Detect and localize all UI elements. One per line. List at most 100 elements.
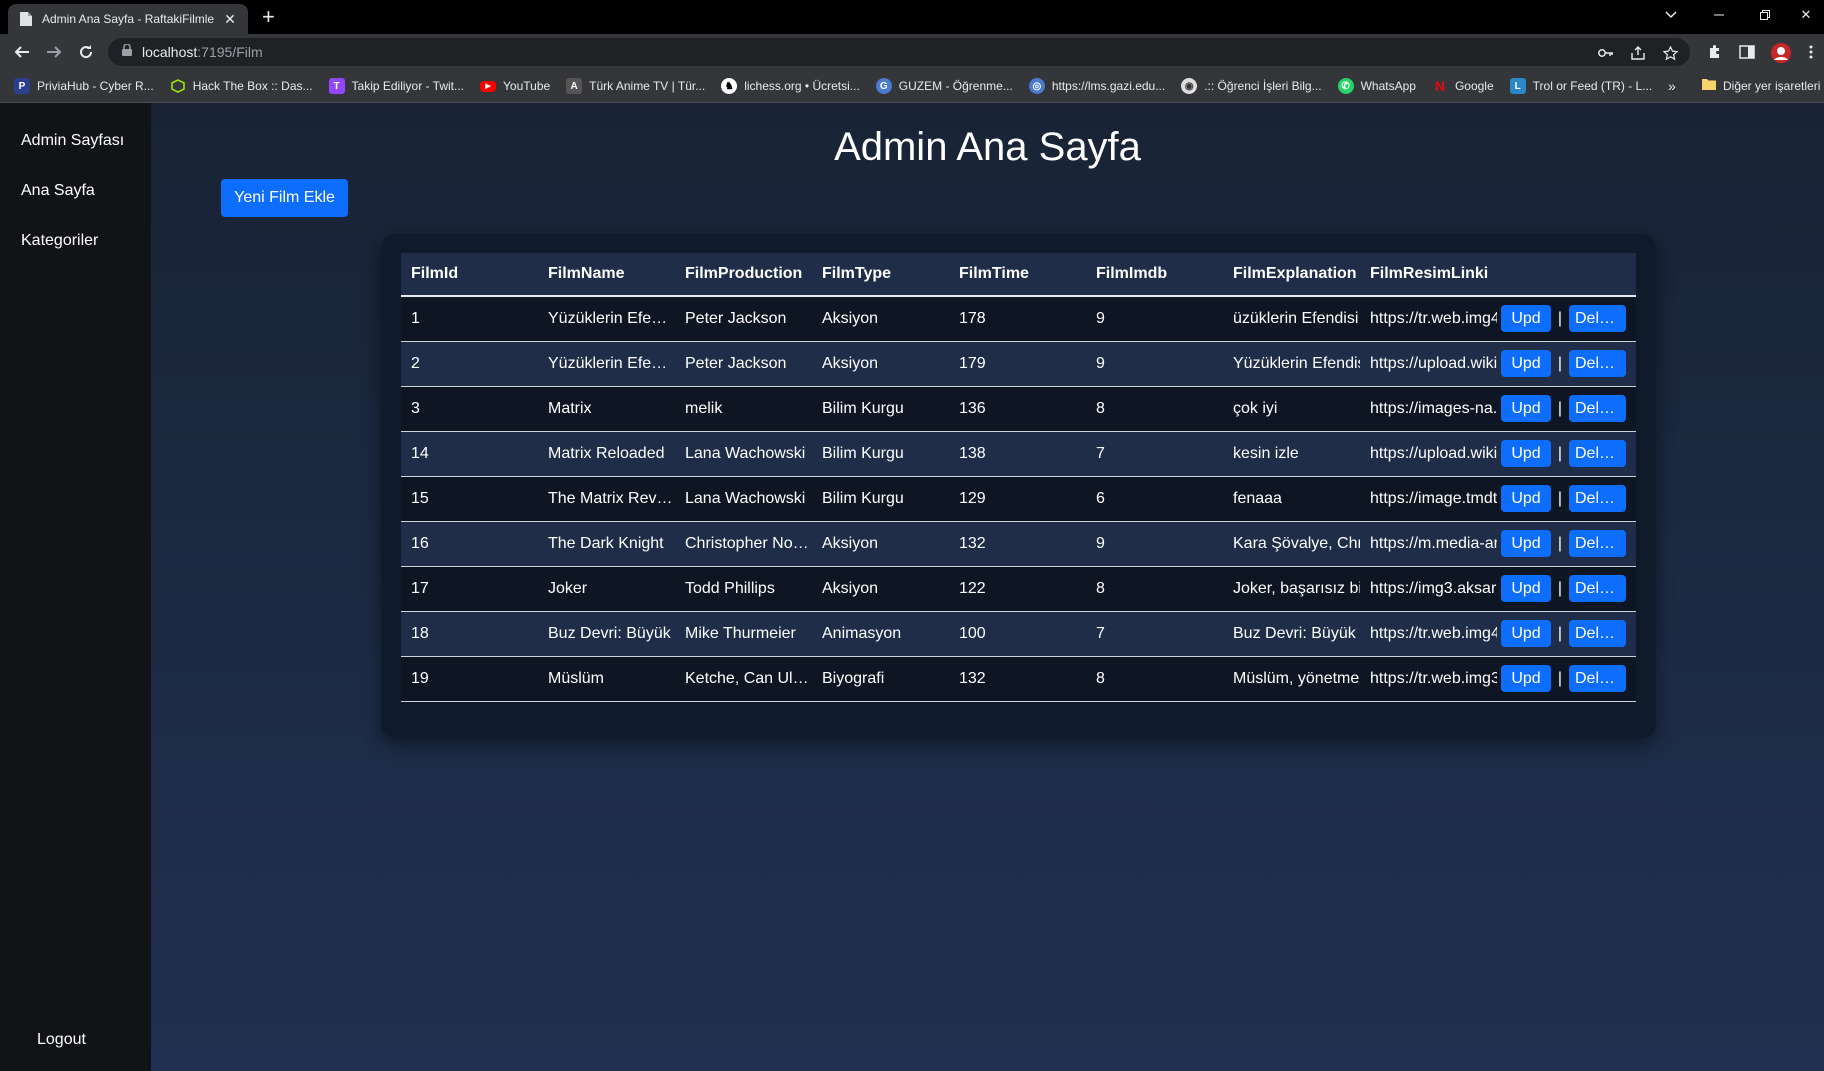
cell-actions: Upd | Delete xyxy=(1497,296,1636,342)
back-arrow-icon[interactable] xyxy=(10,40,34,64)
row-actions: Upd | Delete xyxy=(1501,440,1636,467)
update-button[interactable]: Upd xyxy=(1501,665,1551,692)
delete-button[interactable]: Delete xyxy=(1569,665,1626,692)
update-button[interactable]: Upd xyxy=(1501,575,1551,602)
cell-film-imdb: 8 xyxy=(1086,656,1223,702)
kebab-menu-icon[interactable] xyxy=(1802,43,1820,61)
folder-icon xyxy=(1702,78,1716,93)
row-actions: Upd | Delete xyxy=(1501,665,1636,692)
hackthebox-icon xyxy=(170,78,186,94)
delete-button[interactable]: Delete xyxy=(1569,530,1626,557)
delete-button[interactable]: Delete xyxy=(1569,350,1626,377)
sidebar-item-home[interactable]: Ana Sayfa xyxy=(21,182,95,200)
bookmark-item[interactable]: ▶ YouTube xyxy=(480,79,550,93)
bookmark-item[interactable]: A Türk Anime TV | Tür... xyxy=(566,78,705,94)
cell-film-explanation: çok iyi xyxy=(1223,386,1360,432)
cell-film-id: 14 xyxy=(401,431,538,477)
cell-film-type: Animasyon xyxy=(812,611,949,657)
update-button[interactable]: Upd xyxy=(1501,485,1551,512)
sidebar-item-admin-page[interactable]: Admin Sayfası xyxy=(21,132,124,150)
delete-button[interactable]: Delete xyxy=(1569,620,1626,647)
update-button[interactable]: Upd xyxy=(1501,350,1551,377)
bookmark-item[interactable]: T Takip Ediliyor - Twit... xyxy=(328,78,464,94)
films-card: FilmId FilmName FilmProduction FilmType … xyxy=(381,234,1656,738)
chevron-right-icon[interactable]: » xyxy=(1668,78,1676,94)
cell-film-name: The Dark Knight xyxy=(538,521,675,567)
cell-film-explanation: Buz Devri: Büyük xyxy=(1223,611,1360,657)
logout-link[interactable]: Logout xyxy=(37,1031,86,1049)
cell-film-production: Christopher Nolan xyxy=(675,521,812,567)
table-row: 2 Yüzüklerin Efendisi Peter Jackson Aksiyon… xyxy=(401,341,1636,387)
share-icon[interactable] xyxy=(1630,45,1646,61)
sidebar-item-categories[interactable]: Kategoriler xyxy=(21,232,98,250)
cell-film-image-link: https://m.media-ar xyxy=(1360,521,1497,567)
cell-film-image-link: https://image.tmdt xyxy=(1360,476,1497,522)
delete-button[interactable]: Delete xyxy=(1569,575,1626,602)
bookmark-item[interactable]: L Trol or Feed (TR) - L... xyxy=(1509,78,1652,94)
column-header: FilmTime xyxy=(949,253,1086,297)
restore-button[interactable] xyxy=(1742,0,1788,30)
browser-tab[interactable]: Admin Ana Sayfa - RaftakiFilmler ✕ xyxy=(8,4,248,34)
cell-film-image-link: https://tr.web.img4 xyxy=(1360,296,1497,342)
delete-button[interactable]: Delete xyxy=(1569,485,1626,512)
cell-film-name: Yüzüklerin Efendisi xyxy=(538,341,675,387)
page-title: Admin Ana Sayfa xyxy=(834,125,1141,169)
bookmark-item[interactable]: N Google xyxy=(1432,78,1494,94)
extensions-icon[interactable] xyxy=(1706,43,1724,61)
action-separator: | xyxy=(1557,399,1563,417)
bookmark-item[interactable]: ♞ lichess.org • Ücretsi... xyxy=(721,78,860,94)
update-button[interactable]: Upd xyxy=(1501,620,1551,647)
cell-film-production: Mike Thurmeier xyxy=(675,611,812,657)
cell-film-name: Joker xyxy=(538,566,675,612)
cell-film-name: Matrix Reloaded xyxy=(538,431,675,477)
update-button[interactable]: Upd xyxy=(1501,530,1551,557)
add-film-button[interactable]: Yeni Film Ekle xyxy=(221,179,348,217)
cell-film-imdb: 9 xyxy=(1086,296,1223,342)
bookmark-item[interactable]: Hack The Box :: Das... xyxy=(170,78,313,94)
delete-button[interactable]: Delete xyxy=(1569,305,1626,333)
cell-film-imdb: 8 xyxy=(1086,386,1223,432)
update-button[interactable]: Upd xyxy=(1501,440,1551,467)
lock-icon[interactable] xyxy=(122,43,132,61)
twitch-icon: T xyxy=(328,78,345,94)
bookmark-item[interactable]: ✆ WhatsApp xyxy=(1337,78,1416,94)
cell-film-explanation: Yüzüklerin Efendisi xyxy=(1223,341,1360,387)
cell-film-id: 3 xyxy=(401,386,538,432)
new-tab-button[interactable]: + xyxy=(262,6,275,28)
bookmark-item[interactable]: P PriviaHub - Cyber R... xyxy=(14,78,154,94)
cell-film-imdb: 6 xyxy=(1086,476,1223,522)
minimize-button[interactable] xyxy=(1696,0,1742,30)
bookmarks-bar: P PriviaHub - Cyber R... Hack The Box :: … xyxy=(0,70,1824,103)
browser-chrome: Admin Ana Sayfa - RaftakiFilmler ✕ + ✕ l… xyxy=(0,0,1824,103)
delete-button[interactable]: Delete xyxy=(1569,440,1626,467)
table-row: 15The Matrix RevolutionsLana WachowskiBi… xyxy=(401,476,1636,522)
column-header: FilmType xyxy=(812,253,949,297)
cell-film-id: 16 xyxy=(401,521,538,567)
cell-film-image-link: https://upload.wiki xyxy=(1360,341,1497,387)
action-separator: | xyxy=(1557,579,1563,597)
action-separator: | xyxy=(1557,624,1563,642)
forward-arrow-icon[interactable] xyxy=(42,40,66,64)
profile-avatar[interactable] xyxy=(1770,42,1792,64)
tab-strip: Admin Ana Sayfa - RaftakiFilmler ✕ + ✕ xyxy=(0,0,1824,34)
bookmark-item[interactable]: G GUZEM - Öğrenme... xyxy=(875,78,1013,94)
bookmark-item[interactable]: ◉.:: Öğrenci İşleri Bilg... xyxy=(1181,78,1322,94)
reload-icon[interactable] xyxy=(74,40,98,64)
bookmark-item[interactable]: ◎ https://lms.gazi.edu... xyxy=(1028,78,1165,94)
side-panel-icon[interactable] xyxy=(1738,43,1756,61)
address-bar[interactable]: localhost:7195/Film xyxy=(108,38,1690,66)
close-icon[interactable]: ✕ xyxy=(222,11,238,28)
update-button[interactable]: Upd xyxy=(1501,395,1551,422)
cell-film-name: Buz Devri: Büyük xyxy=(538,611,675,657)
delete-button[interactable]: Delete xyxy=(1569,395,1626,422)
cell-film-type: Bilim Kurgu xyxy=(812,476,949,522)
close-window-button[interactable]: ✕ xyxy=(1788,0,1824,30)
key-icon[interactable] xyxy=(1598,45,1614,61)
cell-film-type: Bilim Kurgu xyxy=(812,386,949,432)
cell-actions: Upd | Delete xyxy=(1497,386,1636,432)
other-bookmarks[interactable]: Diğer yer işaretleri xyxy=(1702,78,1820,93)
star-icon[interactable] xyxy=(1662,45,1678,61)
row-actions: Upd | Delete xyxy=(1501,350,1636,377)
tab-search-icon[interactable] xyxy=(1648,0,1694,30)
update-button[interactable]: Upd xyxy=(1501,305,1551,333)
